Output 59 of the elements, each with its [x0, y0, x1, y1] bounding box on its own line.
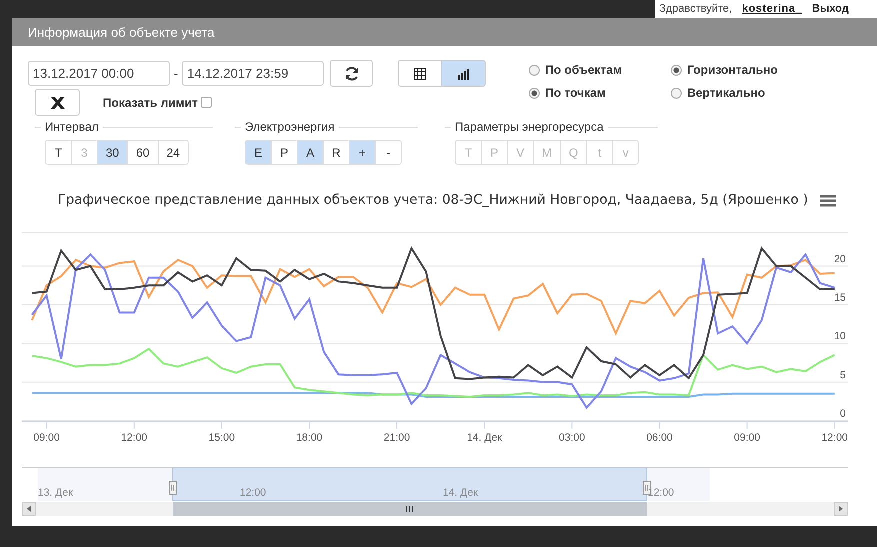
filter-button[interactable]: A: [297, 140, 324, 165]
x-axis-label: 06:00: [646, 432, 673, 444]
logout-link[interactable]: Выход: [812, 3, 849, 15]
x-axis-label: 21:00: [384, 432, 410, 444]
group-legend: Электроэнергия: [245, 120, 335, 134]
group-legend: Интервал: [45, 120, 99, 134]
refresh-icon: [344, 66, 360, 82]
navigator-label: 14. Дек: [443, 487, 478, 499]
user-link[interactable]: kosterina_: [742, 3, 802, 15]
radio-button[interactable]: [529, 88, 540, 98]
show-limit-checkbox[interactable]: [200, 97, 212, 108]
table-icon: [414, 68, 426, 80]
table-view-button[interactable]: [398, 60, 442, 87]
chart-view-button[interactable]: [442, 60, 486, 87]
filter-button[interactable]: T: [45, 140, 72, 165]
x-icon: [50, 96, 66, 110]
radio-button[interactable]: [671, 64, 682, 76]
navigator-label: 12:00: [648, 487, 674, 499]
radio-label: Горизонтально: [687, 63, 778, 77]
x-axis-label: 03:00: [559, 432, 586, 444]
x-axis-label: 09:00: [734, 432, 760, 444]
radio-button[interactable]: [671, 88, 682, 98]
navigator-label: 13. Дек: [38, 487, 74, 499]
filter-button[interactable]: -: [375, 140, 402, 165]
date-from-field[interactable]: 13.12.2017 00:00: [28, 61, 170, 86]
scrollbar[interactable]: [22, 502, 848, 516]
y-axis-label: 15: [834, 292, 846, 304]
radio-label: По объектам: [545, 63, 622, 77]
y-axis-label: 5: [840, 369, 846, 382]
x-axis-label: 12:00: [121, 432, 148, 444]
y-axis-label: 20: [834, 253, 846, 266]
filter-button[interactable]: E: [245, 140, 272, 165]
x-axis-label: 14. Дек: [467, 432, 502, 444]
x-axis-label: 15:00: [208, 432, 236, 444]
show-limit-label: Показать лимит: [103, 96, 198, 110]
dialog-title: Информация об объекте учета: [28, 24, 215, 40]
x-axis-label: 09:00: [34, 432, 60, 444]
filter-button[interactable]: 60: [127, 140, 159, 165]
filter-button[interactable]: +: [349, 140, 376, 165]
menu-icon[interactable]: [820, 194, 836, 206]
filter-button[interactable]: R: [323, 140, 350, 165]
bar-chart-icon: [456, 68, 471, 80]
filter-button[interactable]: 30: [97, 140, 128, 165]
filter-button[interactable]: 24: [158, 140, 190, 165]
radio-button[interactable]: [529, 64, 540, 76]
x-axis-label: 12:00: [822, 432, 848, 444]
radio-label: Вертикально: [687, 86, 766, 100]
x-axis-label: 18:00: [296, 432, 323, 444]
group-legend: Параметры энергоресурса: [455, 120, 604, 134]
date-separator: -: [174, 66, 178, 81]
date-to-field[interactable]: 14.12.2017 23:59: [182, 61, 324, 86]
radio-label: По точкам: [545, 86, 606, 100]
navigator-label: 12:00: [240, 487, 266, 499]
filter-button[interactable]: P: [271, 140, 298, 165]
chart-title: Графическое представление данных объектов учета: 08-ЭС_Нижний Новгород, Чаадаева, 5д (Ярошенко ): [58, 193, 808, 208]
greeting-text: Здравствуйте,: [659, 3, 732, 15]
y-axis-label: 0: [840, 408, 846, 420]
y-axis-label: 10: [834, 330, 846, 343]
refresh-button[interactable]: [330, 60, 374, 87]
